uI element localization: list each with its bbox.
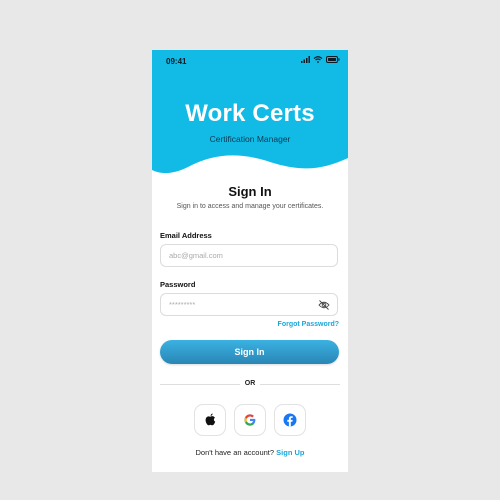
status-bar: 09:41 bbox=[152, 50, 348, 72]
phone-screen: 09:41 Work Certs Certification Manager S… bbox=[152, 50, 348, 472]
password-label: Password bbox=[160, 280, 196, 289]
email-input[interactable] bbox=[169, 245, 319, 266]
or-divider-label: OR bbox=[244, 380, 256, 387]
sign-in-button[interactable]: Sign In bbox=[160, 340, 339, 364]
signal-icon bbox=[301, 56, 310, 63]
signup-prompt-text: Don't have an account? bbox=[195, 448, 275, 457]
apple-icon bbox=[205, 413, 215, 426]
password-input[interactable] bbox=[169, 294, 319, 315]
google-icon bbox=[244, 414, 256, 426]
sign-up-link[interactable]: Sign Up bbox=[276, 448, 304, 457]
status-time: 09:41 bbox=[166, 57, 187, 66]
battery-icon bbox=[326, 56, 340, 63]
signup-prompt: Don't have an account? Sign Up bbox=[152, 448, 348, 457]
facebook-sign-in-button[interactable] bbox=[274, 404, 306, 436]
email-label: Email Address bbox=[160, 231, 212, 240]
app-subtitle: Certification Manager bbox=[209, 134, 291, 144]
facebook-icon bbox=[283, 413, 297, 427]
page-subtitle: Sign in to access and manage your certif… bbox=[176, 203, 324, 210]
eye-off-icon[interactable] bbox=[318, 299, 330, 311]
password-field[interactable] bbox=[160, 293, 338, 316]
forgot-password-link[interactable]: Forgot Password? bbox=[278, 321, 339, 328]
email-field[interactable] bbox=[160, 244, 338, 267]
apple-sign-in-button[interactable] bbox=[194, 404, 226, 436]
page-title: Sign In bbox=[228, 184, 272, 199]
wifi-icon bbox=[313, 56, 323, 63]
app-title: Work Certs bbox=[185, 100, 315, 127]
google-sign-in-button[interactable] bbox=[234, 404, 266, 436]
